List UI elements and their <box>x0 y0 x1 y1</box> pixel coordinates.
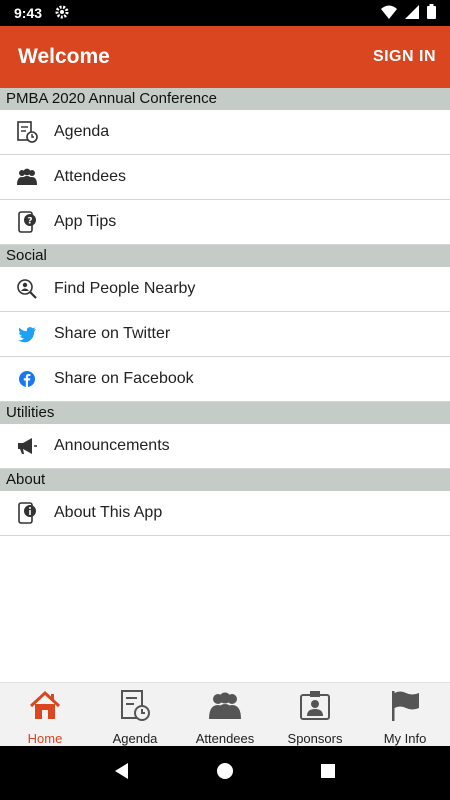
agenda-icon <box>118 689 152 728</box>
menu-item-label: Share on Facebook <box>54 370 194 387</box>
menu-item-twitter[interactable]: Share on Twitter <box>0 312 450 357</box>
tab-label: Sponsors <box>287 731 343 746</box>
tab-label: Agenda <box>112 731 158 746</box>
tab-agenda[interactable]: Agenda <box>90 683 180 746</box>
menu-list: PMBA 2020 Annual Conference Agenda Atten… <box>0 88 450 536</box>
menu-item-label: Find People Nearby <box>54 280 196 297</box>
recents-icon[interactable] <box>318 761 338 786</box>
flag-icon <box>388 689 422 728</box>
sign-in-button[interactable]: SIGN IN <box>373 48 436 66</box>
tab-sponsors[interactable]: Sponsors <box>270 683 360 746</box>
signal-icon <box>405 4 419 22</box>
app-bar: Welcome SIGN IN <box>0 26 450 88</box>
back-icon[interactable] <box>112 761 132 786</box>
section-header-conference: PMBA 2020 Annual Conference <box>0 88 450 110</box>
home-icon <box>28 689 62 728</box>
menu-item-announcements[interactable]: Announcements <box>0 424 450 469</box>
tab-attendees[interactable]: Attendees <box>180 683 270 746</box>
sponsors-icon <box>298 689 332 728</box>
info-icon <box>0 502 54 524</box>
menu-item-attendees[interactable]: Attendees <box>0 155 450 200</box>
menu-item-facebook[interactable]: Share on Facebook <box>0 357 450 402</box>
bottom-tab-bar: Home Agenda Attendees Sponsors My Info <box>0 682 450 746</box>
system-nav-bar <box>0 746 450 800</box>
menu-item-label: About This App <box>54 504 163 521</box>
megaphone-icon <box>0 435 54 457</box>
agenda-icon <box>0 121 54 143</box>
find-people-icon <box>0 278 54 300</box>
menu-item-agenda[interactable]: Agenda <box>0 110 450 155</box>
tab-my-info[interactable]: My Info <box>360 683 450 746</box>
tab-home[interactable]: Home <box>0 683 90 746</box>
app-tips-icon: ? <box>0 211 54 233</box>
menu-item-about-app[interactable]: About This App <box>0 491 450 536</box>
wifi-icon <box>381 5 397 22</box>
section-header-utilities: Utilities <box>0 402 450 424</box>
facebook-icon <box>0 368 54 390</box>
attendees-icon <box>0 166 54 188</box>
attendees-icon <box>208 689 242 728</box>
status-time: 9:43 <box>14 5 43 21</box>
battery-icon <box>427 4 436 22</box>
menu-item-label: App Tips <box>54 213 117 230</box>
menu-item-app-tips[interactable]: ? App Tips <box>0 200 450 245</box>
tab-label: My Info <box>383 731 427 746</box>
menu-item-label: Announcements <box>54 437 170 454</box>
tab-label: Home <box>27 731 63 746</box>
menu-item-label: Share on Twitter <box>54 325 171 342</box>
home-button-icon[interactable] <box>215 761 235 786</box>
menu-item-find-people[interactable]: Find People Nearby <box>0 267 450 312</box>
tab-label: Attendees <box>195 731 255 746</box>
status-bar: 9:43 <box>0 0 450 26</box>
menu-item-label: Agenda <box>54 123 110 140</box>
twitter-icon <box>0 323 54 345</box>
settings-gear-icon <box>54 4 70 23</box>
menu-item-label: Attendees <box>54 168 127 185</box>
svg-text:?: ? <box>27 217 32 227</box>
page-title: Welcome <box>18 45 110 68</box>
section-header-about: About <box>0 469 450 491</box>
section-header-social: Social <box>0 245 450 267</box>
